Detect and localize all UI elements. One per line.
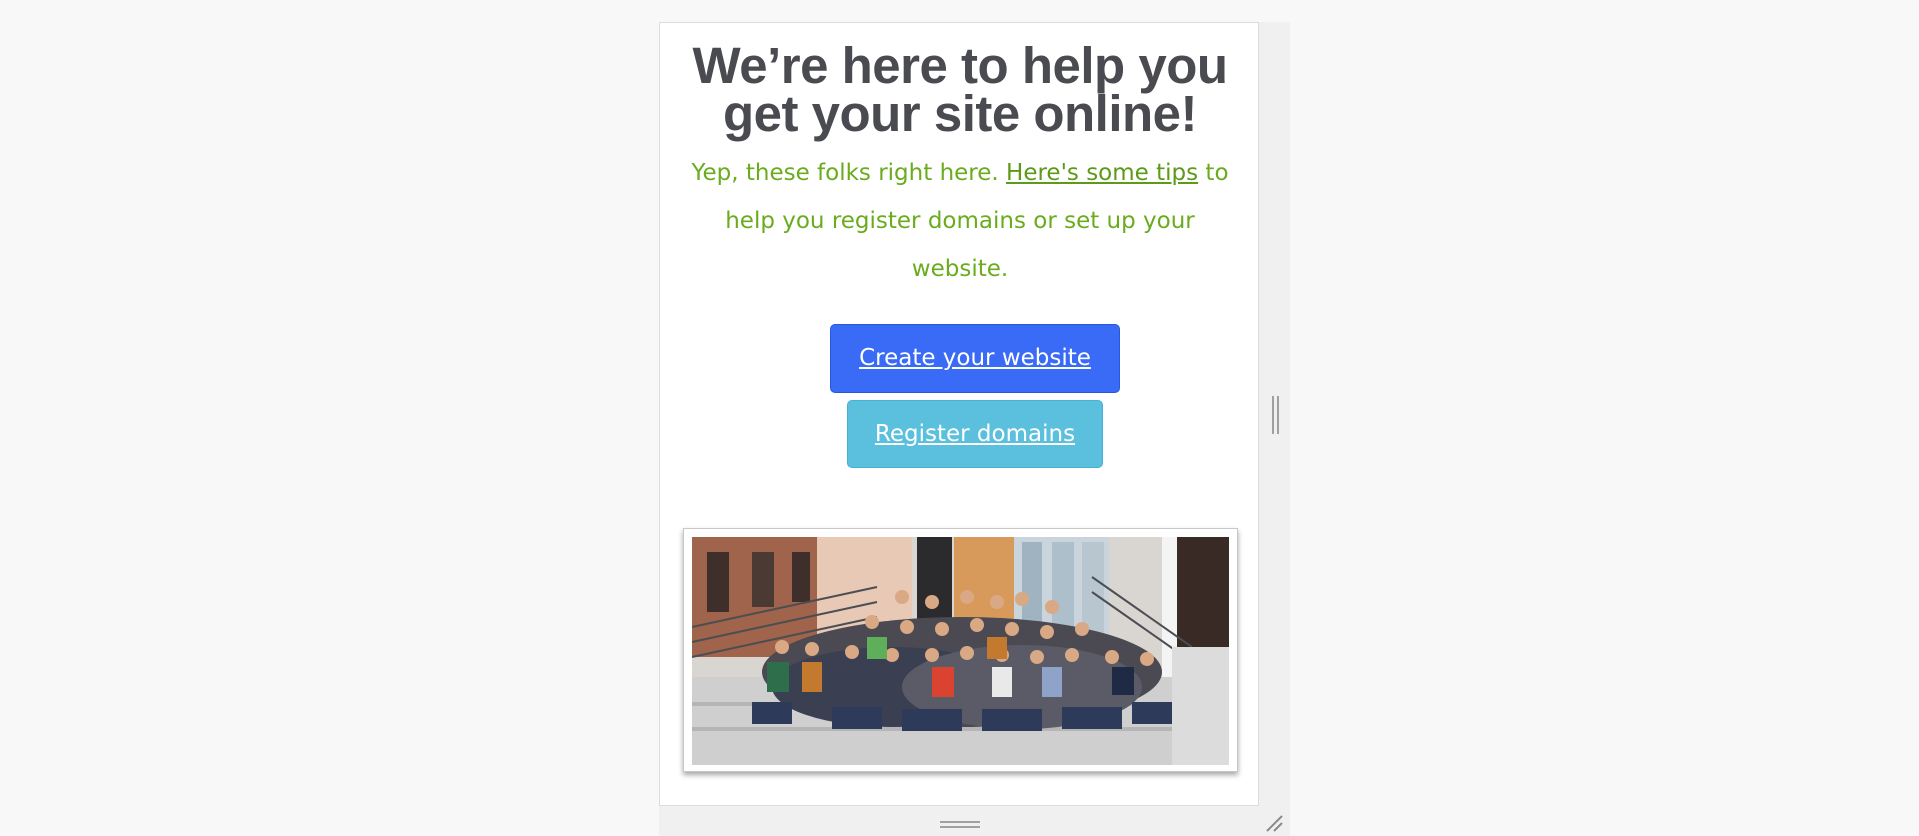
tips-link[interactable]: Here's some tips	[1006, 160, 1198, 186]
corner-resize-grip-icon[interactable]	[1264, 813, 1284, 833]
vertical-resize-grip-icon[interactable]	[1272, 396, 1279, 434]
create-website-button[interactable]: Create your website	[830, 324, 1120, 393]
headline-line-2: get your site online!	[722, 85, 1198, 142]
team-photo	[692, 537, 1229, 765]
team-photo-frame	[683, 528, 1238, 772]
page-title: We’re here to help you get your site onl…	[660, 40, 1260, 139]
intro-text-start: Yep, these folks right here.	[691, 160, 1007, 186]
horizontal-resize-grip-icon[interactable]	[940, 821, 980, 828]
register-domains-button[interactable]: Register domains	[847, 400, 1103, 468]
content-panel: We’re here to help you get your site onl…	[659, 22, 1259, 806]
intro-text: Yep, these folks right here. Here's some…	[682, 149, 1238, 293]
page: We’re here to help you get your site onl…	[0, 0, 1919, 836]
